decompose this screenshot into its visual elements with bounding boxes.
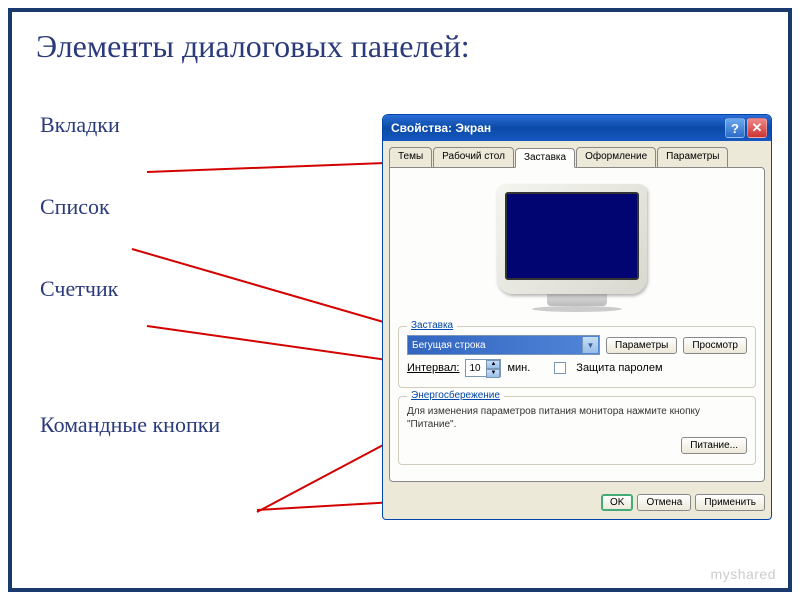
tab-desktop[interactable]: Рабочий стол (433, 147, 514, 167)
ok-button[interactable]: OK (601, 494, 633, 511)
password-label: Защита паролем (576, 362, 662, 374)
callout-tabs: Вкладки (40, 112, 240, 138)
interval-unit: мин. (507, 362, 530, 374)
group-energy: Энергосбережение Для изменения параметро… (398, 396, 756, 465)
tab-appearance[interactable]: Оформление (576, 147, 656, 167)
spinner-up-icon[interactable]: ▲ (486, 360, 500, 369)
spinner-down-icon[interactable]: ▼ (486, 369, 500, 378)
params-button[interactable]: Параметры (606, 337, 677, 354)
interval-spinner[interactable]: 10 ▲ ▼ (465, 359, 501, 377)
slide-frame: Элементы диалоговых панелей: Вкладки Спи… (8, 8, 792, 592)
power-button[interactable]: Питание... (681, 437, 747, 454)
close-icon: ✕ (752, 120, 763, 136)
chevron-down-icon: ▼ (582, 337, 598, 353)
cancel-button[interactable]: Отмена (637, 494, 691, 511)
dialog-title: Свойства: Экран (391, 121, 725, 135)
dropdown-value: Бегущая строка (412, 340, 486, 351)
apply-button[interactable]: Применить (695, 494, 765, 511)
dialog-titlebar[interactable]: Свойства: Экран ? ✕ (383, 115, 771, 141)
password-checkbox[interactable] (554, 362, 566, 374)
group-energy-title: Энергосбережение (407, 390, 504, 401)
dialog-buttons: OK Отмена Применить (383, 488, 771, 519)
tab-themes[interactable]: Темы (389, 147, 432, 167)
interval-label: Интервал: (407, 362, 459, 374)
tab-body: Заставка Бегущая строка ▼ Параметры Прос… (389, 167, 765, 482)
callout-spinner: Счетчик (40, 276, 240, 302)
interval-value: 10 (469, 363, 480, 374)
callout-command-buttons: Командные кнопки (40, 412, 240, 438)
tab-settings[interactable]: Параметры (657, 147, 728, 167)
callout-labels: Вкладки Список Счетчик Командные кнопки (40, 112, 240, 494)
callout-list: Список (40, 194, 240, 220)
display-properties-dialog: Свойства: Экран ? ✕ Темы Рабочий стол За… (382, 114, 772, 520)
group-screensaver: Заставка Бегущая строка ▼ Параметры Прос… (398, 326, 756, 388)
preview-button[interactable]: Просмотр (683, 337, 747, 354)
monitor-screen-icon (505, 192, 639, 280)
slide-title: Элементы диалоговых панелей: (12, 12, 788, 65)
monitor-preview (398, 176, 756, 326)
group-screensaver-title: Заставка (407, 320, 457, 331)
close-button[interactable]: ✕ (747, 118, 767, 138)
watermark: myshared (711, 566, 776, 582)
help-button[interactable]: ? (725, 118, 745, 138)
tab-screensaver[interactable]: Заставка (515, 148, 575, 168)
screensaver-dropdown[interactable]: Бегущая строка ▼ (407, 335, 600, 355)
energy-note: Для изменения параметров питания монитор… (407, 405, 747, 431)
tab-strip: Темы Рабочий стол Заставка Оформление Па… (383, 141, 771, 167)
